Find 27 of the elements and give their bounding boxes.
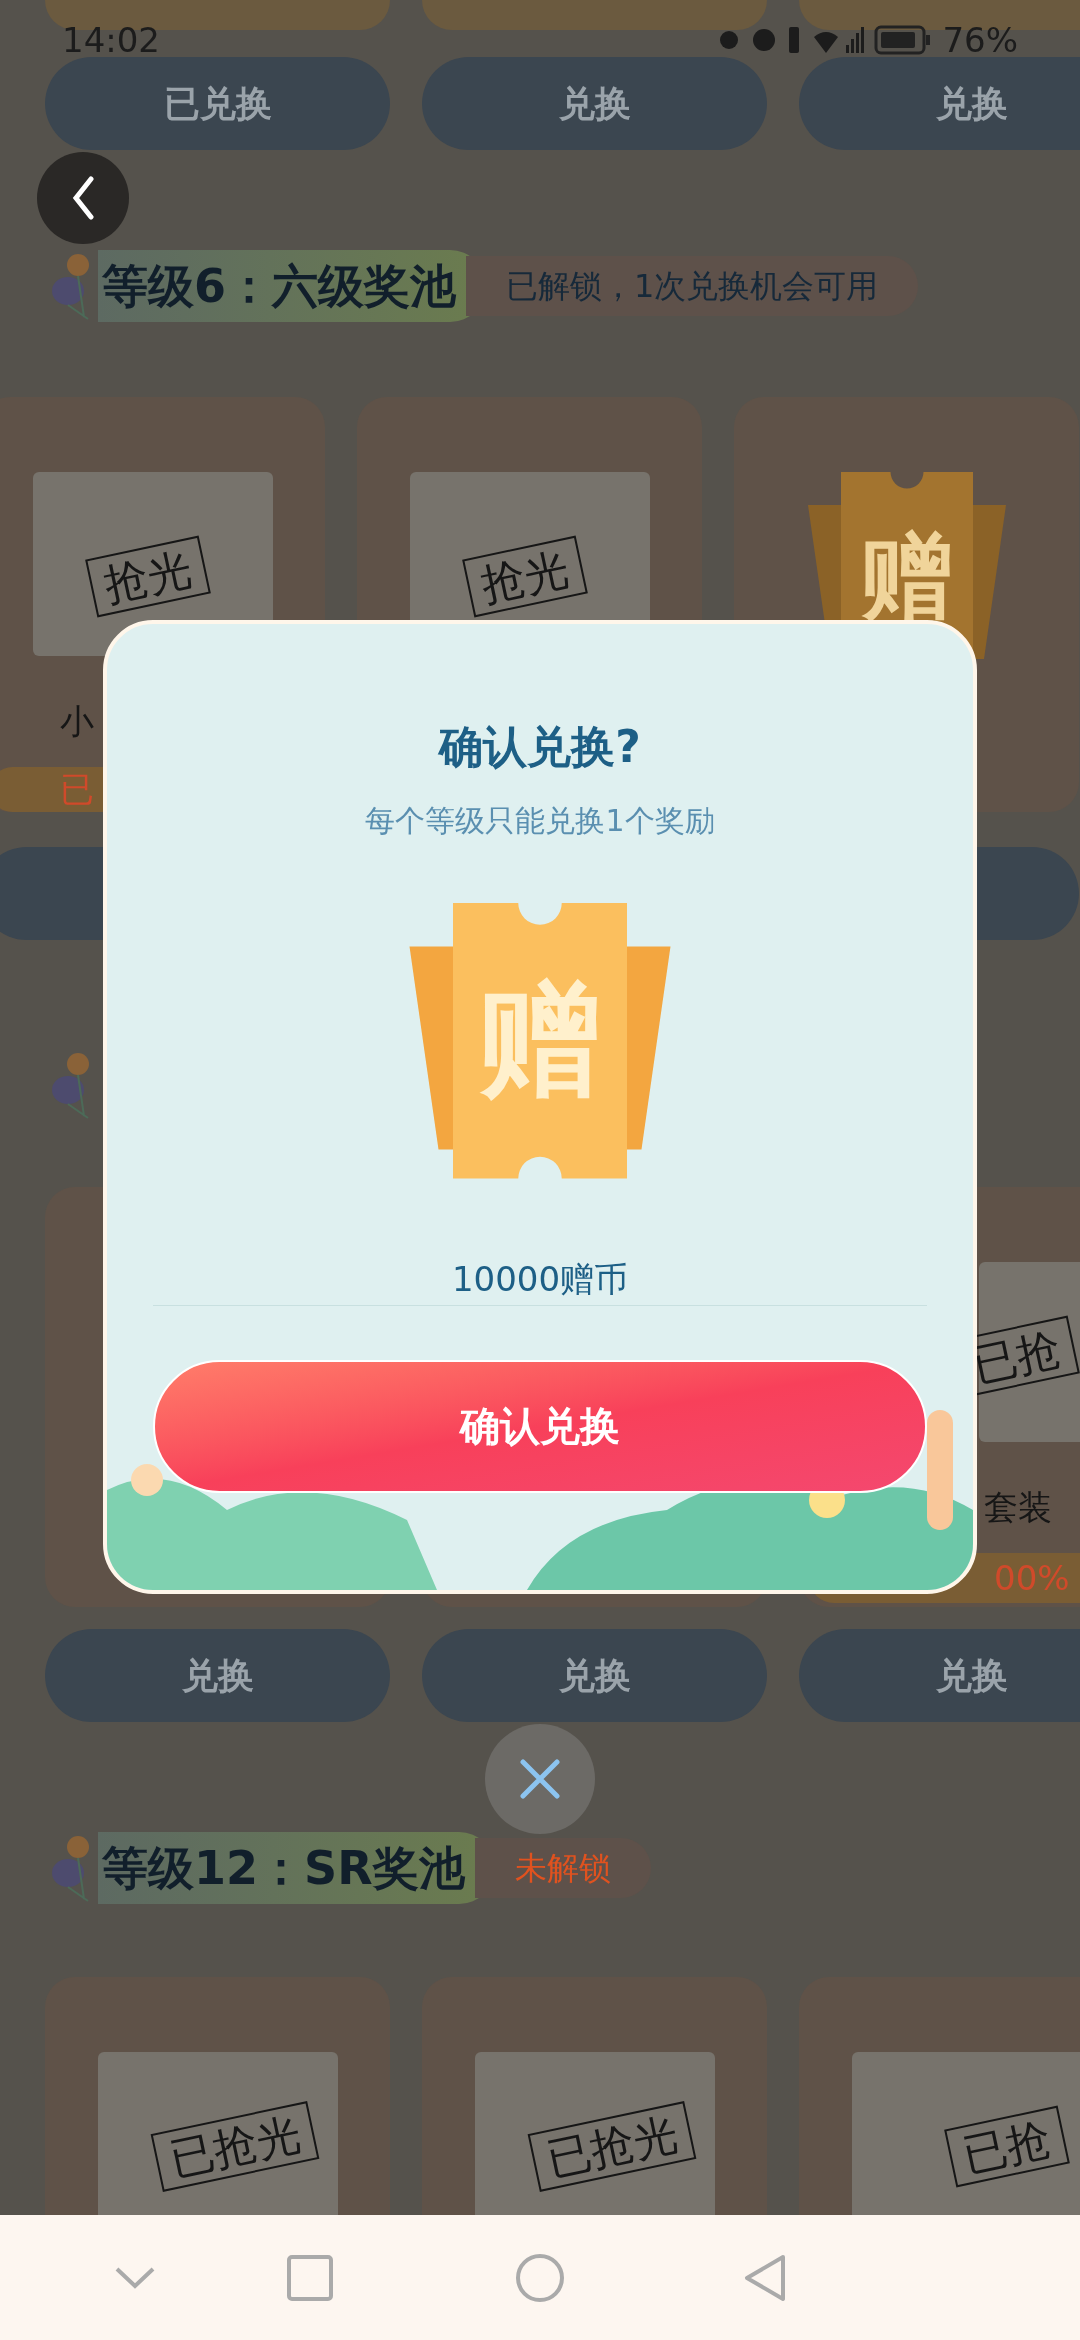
- prize-status: 已: [60, 768, 94, 811]
- dialog-subtitle: 每个等级只能兑换1个奖励: [365, 802, 715, 840]
- confirm-button[interactable]: 确认兑换: [153, 1359, 927, 1493]
- chevron-down-icon[interactable]: [115, 2266, 155, 2289]
- prize-name: 小: [59, 700, 94, 743]
- level-title: 等级6：六级奖池: [102, 257, 456, 315]
- redeem-button[interactable]: 兑换: [799, 57, 1080, 150]
- redeem-button[interactable]: 兑换: [799, 1629, 1080, 1722]
- progress-label: 00%: [994, 1556, 1070, 1600]
- level-title: 等级12：SR奖池: [102, 1839, 465, 1897]
- recents-icon[interactable]: [287, 2254, 333, 2301]
- redeem-button[interactable]: 兑换: [45, 1629, 390, 1722]
- back-icon: [72, 176, 94, 220]
- prize-name: 套装: [983, 1486, 1052, 1529]
- redeem-button[interactable]: 已兑换: [45, 57, 390, 150]
- gift-glyph: 赠: [479, 979, 601, 1102]
- level-status: 已解锁，1次兑换机会可用: [506, 266, 879, 307]
- close-icon: [520, 1759, 560, 1799]
- price-label: 10000赠币: [451, 1257, 629, 1301]
- home-icon[interactable]: [515, 2252, 565, 2303]
- gift-glyph: 赠: [860, 530, 953, 623]
- redeem-button[interactable]: 兑换: [422, 1629, 767, 1722]
- redeem-button[interactable]: 兑换: [422, 57, 767, 150]
- battery-icon: [874, 25, 933, 55]
- dialog-title: 确认兑换?: [439, 720, 641, 774]
- back-icon[interactable]: [743, 2253, 787, 2302]
- level-status: 未解锁: [514, 1848, 611, 1889]
